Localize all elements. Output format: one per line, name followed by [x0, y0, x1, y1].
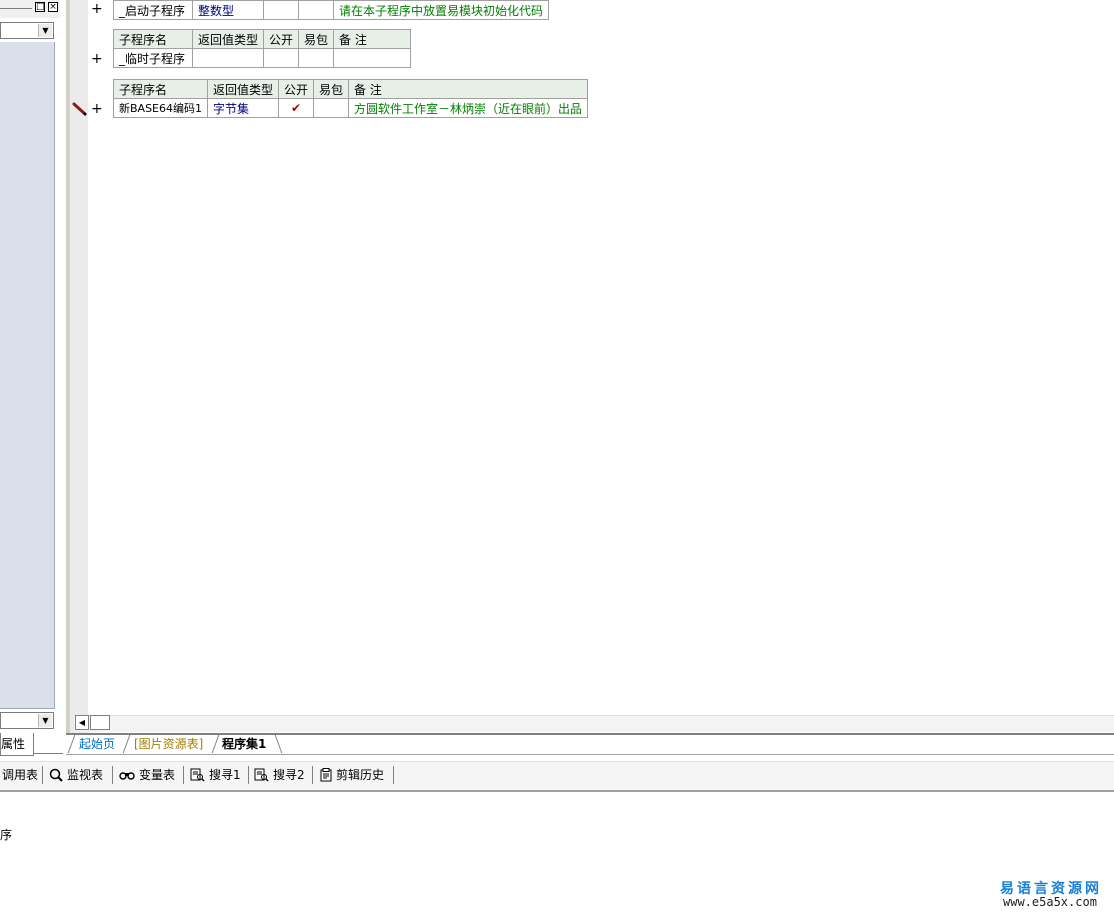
toolbar-separator — [112, 766, 113, 784]
object-combo[interactable]: ▼ — [0, 22, 54, 39]
header-sub-name: 子程序名 — [113, 79, 208, 99]
tab-program-set[interactable]: 程序集1 — [218, 735, 270, 753]
search-doc-icon — [190, 768, 205, 782]
toolbar-separator — [312, 766, 313, 784]
tab-bar-baseline — [66, 754, 1114, 755]
sub-name-cell[interactable]: _临时子程序 — [113, 48, 193, 68]
return-type-cell[interactable] — [191, 48, 265, 68]
table-header: 子程序名 返回值类型 公开 易包 备 注 — [113, 29, 412, 49]
expand-button[interactable]: + — [91, 1, 103, 17]
sub-table-2: 子程序名 返回值类型 公开 易包 备 注 _临时子程序 — [113, 29, 412, 68]
sub-name-cell[interactable]: 新BASE64编码1 — [113, 98, 208, 118]
expand-button[interactable]: + — [91, 101, 103, 117]
header-return-type: 返回值类型 — [206, 79, 280, 99]
public-cell[interactable] — [263, 0, 299, 20]
toolbar-separator — [393, 766, 394, 784]
search1-label: 搜寻1 — [209, 768, 241, 782]
edit-pencil-icon — [72, 102, 87, 116]
watch-table-button[interactable]: 监视表 — [49, 766, 103, 784]
table-row: 新BASE64编码1 字节集 ✔ 方圆软件工作室－林炳崇（近在眼前）出品 — [113, 98, 589, 118]
clip-history-button[interactable]: 剪辑历史 — [320, 766, 384, 784]
output-text: 序 — [0, 828, 13, 842]
scroll-left-icon[interactable]: ◀ — [75, 715, 89, 730]
chevron-down-icon[interactable]: ▼ — [38, 714, 52, 727]
search2-button[interactable]: 搜寻2 — [254, 766, 305, 784]
property-combo[interactable]: ▼ — [0, 712, 54, 729]
properties-tab-label: 属性 — [1, 737, 26, 751]
table-header: 子程序名 返回值类型 公开 易包 备 注 — [113, 79, 589, 99]
public-check-cell[interactable]: ✔ — [278, 98, 315, 118]
call-table-label: 调用表 — [2, 768, 39, 782]
sub-name-cell[interactable]: _启动子程序 — [113, 0, 193, 20]
header-return-type: 返回值类型 — [191, 29, 265, 49]
left-tab-strip — [33, 733, 63, 754]
watch-table-label: 监视表 — [67, 768, 104, 782]
header-easy-pack: 易包 — [298, 29, 335, 49]
chevron-down-icon[interactable]: ▼ — [38, 24, 52, 37]
return-type-cell[interactable]: 整数型 — [192, 0, 264, 20]
sub-table-1: _启动子程序 整数型 请在本子程序中放置易模块初始化代码 — [113, 0, 550, 20]
scroll-thumb[interactable] — [90, 715, 110, 730]
variable-table-label: 变量表 — [139, 768, 176, 782]
titlebar-grip — [0, 8, 32, 9]
toolbar-separator — [248, 766, 249, 784]
property-list[interactable] — [0, 42, 55, 709]
search1-button[interactable]: 搜寻1 — [190, 766, 241, 784]
note-cell[interactable] — [333, 48, 412, 68]
variable-table-button[interactable]: 变量表 — [119, 766, 175, 784]
expand-button[interactable]: + — [91, 51, 103, 67]
binoculars-icon — [119, 772, 135, 780]
table-row: _启动子程序 整数型 请在本子程序中放置易模块初始化代码 — [113, 0, 550, 20]
horizontal-scrollbar[interactable] — [74, 715, 1114, 732]
magnifier-icon — [49, 768, 63, 782]
header-note: 备 注 — [333, 29, 412, 49]
easy-pack-cell[interactable] — [313, 98, 350, 118]
tab-image-resources[interactable]: [图片资源表] — [130, 735, 207, 753]
easy-pack-cell[interactable] — [298, 0, 334, 20]
properties-tab[interactable]: 属性 — [0, 733, 34, 756]
header-easy-pack: 易包 — [313, 79, 350, 99]
clip-history-label: 剪辑历史 — [336, 768, 385, 782]
table-row: _临时子程序 — [113, 48, 412, 68]
search-doc-icon — [254, 768, 269, 782]
header-sub-name: 子程序名 — [113, 29, 193, 49]
call-table-button[interactable]: 调用表 — [2, 766, 38, 784]
watermark-url: www.e5a5x.com — [1003, 895, 1097, 909]
return-type-cell[interactable]: 字节集 — [206, 98, 280, 118]
clipboard-icon — [320, 768, 332, 782]
easy-pack-cell[interactable] — [298, 48, 335, 68]
note-cell[interactable]: 请在本子程序中放置易模块初始化代码 — [332, 0, 550, 20]
toolbar-separator — [183, 766, 184, 784]
search2-label: 搜寻2 — [273, 768, 305, 782]
left-panel-titlebar: □ × — [0, 0, 60, 18]
tab-start-page[interactable]: 起始页 — [75, 735, 119, 753]
sub-table-3: 子程序名 返回值类型 公开 易包 备 注 新BASE64编码1 字节集 ✔ 方圆… — [113, 79, 589, 118]
header-note: 备 注 — [348, 79, 589, 99]
close-icon[interactable]: × — [48, 2, 58, 12]
header-public: 公开 — [263, 29, 300, 49]
public-cell[interactable] — [263, 48, 300, 68]
header-public: 公开 — [278, 79, 315, 99]
note-cell[interactable]: 方圆软件工作室－林炳崇（近在眼前）出品 — [348, 98, 589, 118]
restore-icon[interactable]: □ — [35, 2, 45, 12]
toolbar-separator — [42, 766, 43, 784]
